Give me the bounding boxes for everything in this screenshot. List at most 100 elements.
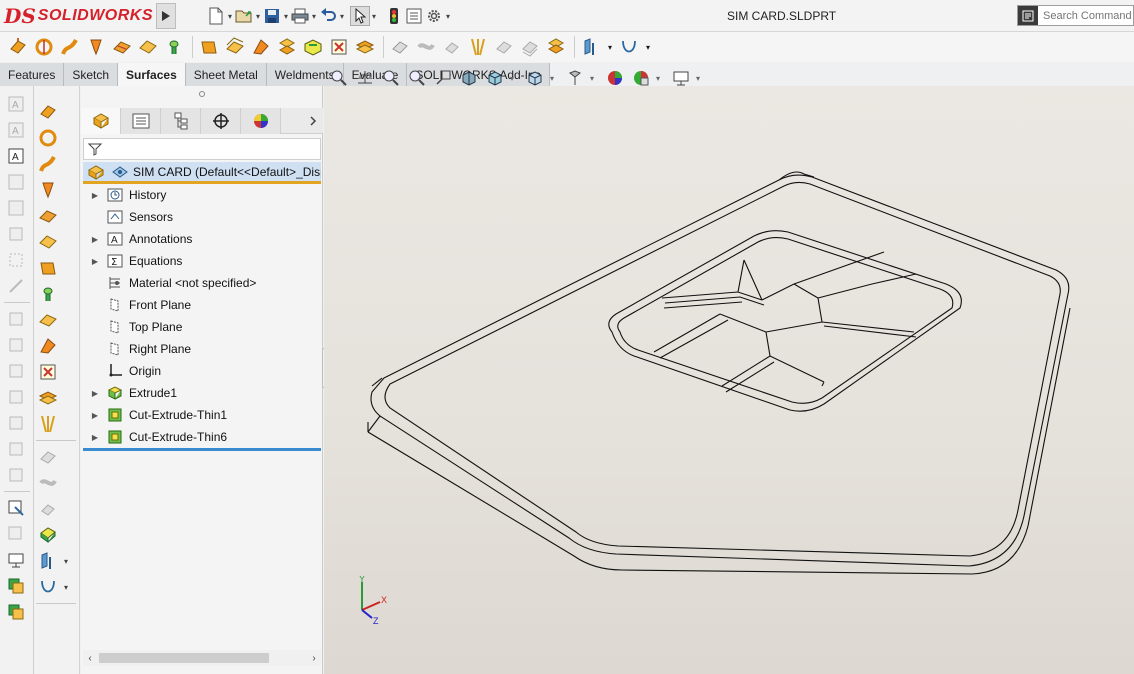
rebuild-traffic-light-icon[interactable]: [384, 6, 404, 26]
tab-features[interactable]: Features: [0, 63, 65, 86]
revolved-surface-side-icon[interactable]: [36, 126, 76, 150]
delete-face-side-icon[interactable]: [36, 360, 76, 384]
freeform-side-icon[interactable]: [36, 282, 76, 306]
select-dropdown-icon[interactable]: ▾: [370, 6, 378, 26]
delete-hole-side-icon[interactable]: [36, 386, 76, 410]
view-settings-icon[interactable]: [630, 67, 652, 89]
tree-node-cut-extrude-thin6[interactable]: ▶ Cut-Extrude-Thin6: [83, 426, 321, 448]
feature-tree-filter[interactable]: [83, 138, 321, 160]
tab-sketch[interactable]: Sketch: [64, 63, 119, 86]
options-gear-icon[interactable]: [424, 6, 444, 26]
tree-node-equations[interactable]: ▶ Σ Equations: [83, 250, 321, 272]
print-icon[interactable]: [290, 6, 310, 26]
rollback-bar[interactable]: [83, 448, 321, 451]
weld-symbol-icon[interactable]: [4, 196, 28, 220]
display-style-dropdown-icon[interactable]: ▾: [510, 74, 518, 83]
view-icon-3[interactable]: [4, 359, 28, 383]
fillet-icon[interactable]: [492, 35, 516, 59]
edit-appearance-dropdown-icon[interactable]: ▾: [590, 74, 598, 83]
thicken-side-icon[interactable]: [36, 523, 76, 547]
zoom-to-area-icon[interactable]: [354, 67, 376, 89]
reference-geometry-side-icon[interactable]: ▾: [36, 549, 76, 573]
reference-dropdown-icon[interactable]: ▾: [605, 35, 615, 59]
trim-surface-icon[interactable]: [414, 35, 438, 59]
tree-node-cut-extrude-thin1[interactable]: ▶ Cut-Extrude-Thin1: [83, 404, 321, 426]
expand-arrow-icon[interactable]: ▶: [87, 231, 103, 247]
layers-icon-2[interactable]: [4, 600, 28, 624]
view-icon-5[interactable]: [4, 411, 28, 435]
view-icon-7[interactable]: [4, 463, 28, 487]
extruded-surface-side-icon[interactable]: [36, 100, 76, 124]
tab-display-manager[interactable]: [241, 108, 281, 134]
expand-arrow-icon[interactable]: ▶: [87, 253, 103, 269]
tree-node-material[interactable]: Material <not specified>: [83, 272, 321, 294]
hatch-icon[interactable]: [4, 248, 28, 272]
tree-node-right-plane[interactable]: Right Plane: [83, 338, 321, 360]
new-dropdown-icon[interactable]: ▾: [226, 6, 234, 26]
scroll-right-icon[interactable]: ›: [307, 651, 321, 665]
more-tabs-chevron-icon[interactable]: [281, 108, 323, 133]
expand-arrow-icon[interactable]: ▶: [87, 429, 103, 445]
undo-dropdown-icon[interactable]: ▾: [338, 6, 346, 26]
previous-view-icon[interactable]: [380, 67, 402, 89]
undo-icon[interactable]: [318, 6, 338, 26]
tab-dimxpert-manager[interactable]: [201, 108, 241, 134]
reference-geometry-icon[interactable]: [579, 35, 603, 59]
view-settings-dropdown-icon[interactable]: ▾: [656, 74, 664, 83]
display-style-icon[interactable]: [484, 67, 506, 89]
note-icon[interactable]: A: [4, 118, 28, 142]
expand-arrow-icon[interactable]: ▶: [87, 385, 103, 401]
knit-surface-side-icon[interactable]: [36, 412, 76, 436]
apply-scene-icon[interactable]: [604, 67, 626, 89]
tree-node-extrude1[interactable]: ▶ Extrude1: [83, 382, 321, 404]
view-icon-2[interactable]: [4, 333, 28, 357]
cut-with-surface-icon[interactable]: [544, 35, 568, 59]
tab-property-manager[interactable]: [121, 108, 161, 134]
search-icon[interactable]: [1018, 6, 1038, 25]
rotate-view-icon[interactable]: [4, 522, 28, 546]
tab-surfaces[interactable]: Surfaces: [118, 63, 186, 86]
panel-grip-icon[interactable]: [81, 90, 323, 100]
zoom-to-fit-icon[interactable]: [328, 67, 350, 89]
hide-show-items-icon[interactable]: [524, 67, 546, 89]
extruded-surface-icon[interactable]: [6, 35, 30, 59]
surface-finish-icon[interactable]: [4, 170, 28, 194]
tree-node-history[interactable]: ▶ History: [83, 184, 321, 206]
scroll-left-icon[interactable]: ‹: [83, 651, 97, 665]
select-cursor-icon[interactable]: [350, 6, 370, 26]
tab-configuration-manager[interactable]: [161, 108, 201, 134]
balloon-icon[interactable]: A: [4, 144, 28, 168]
tree-node-annotations[interactable]: ▶ A Annotations: [83, 228, 321, 250]
tree-node-origin[interactable]: Origin: [83, 360, 321, 382]
hide-show-dropdown-icon[interactable]: ▾: [550, 74, 558, 83]
open-dropdown-icon[interactable]: ▾: [254, 6, 262, 26]
trim-surface-side-icon[interactable]: [36, 471, 76, 495]
surface-flatten-icon[interactable]: [275, 35, 299, 59]
thicken-icon[interactable]: [518, 35, 542, 59]
zoom-to-fit-icon[interactable]: [4, 496, 28, 520]
feature-tree-root[interactable]: SIM CARD (Default<<Default>_Display Stat…: [83, 162, 321, 184]
boundary-surface-side-icon[interactable]: [36, 204, 76, 228]
replace-face-icon[interactable]: [327, 35, 351, 59]
view-icon-6[interactable]: [4, 437, 28, 461]
open-folder-icon[interactable]: [234, 6, 254, 26]
swept-surface-side-icon[interactable]: [36, 152, 76, 176]
layers-icon-1[interactable]: [4, 574, 28, 598]
save-icon[interactable]: [262, 6, 282, 26]
view-orientation-icon[interactable]: [458, 67, 480, 89]
untrim-surface-side-icon[interactable]: [36, 497, 76, 521]
tree-node-front-plane[interactable]: Front Plane: [83, 294, 321, 316]
monitor-display-dropdown-icon[interactable]: ▾: [696, 74, 704, 83]
extend-surface-side-icon[interactable]: [36, 445, 76, 469]
filled-surface-icon[interactable]: [136, 35, 160, 59]
print-dropdown-icon[interactable]: ▾: [310, 6, 318, 26]
freeform-icon[interactable]: [162, 35, 186, 59]
expand-menu-button[interactable]: [156, 3, 176, 29]
view-icon-4[interactable]: [4, 385, 28, 409]
expand-arrow-icon[interactable]: ▶: [87, 407, 103, 423]
planar-surface-side-icon[interactable]: [36, 256, 76, 280]
ruled-surface-icon[interactable]: [249, 35, 273, 59]
delete-hole-icon[interactable]: [353, 35, 377, 59]
curves-dropdown-icon[interactable]: ▾: [643, 35, 653, 59]
offset-surface-icon[interactable]: [223, 35, 247, 59]
